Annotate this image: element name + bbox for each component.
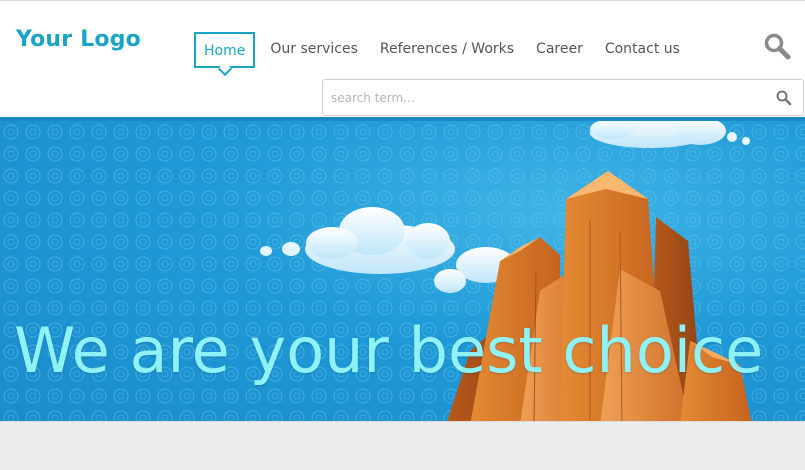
site-logo[interactable]: Your Logo xyxy=(16,27,141,52)
main-nav: Home Our services References / Works Car… xyxy=(194,32,691,77)
search-toggle-button[interactable] xyxy=(763,32,791,60)
cloud-top xyxy=(590,121,750,148)
cloud-middle xyxy=(260,207,516,293)
nav-item-label: Contact us xyxy=(604,41,680,57)
search-input[interactable] xyxy=(331,80,761,115)
nav-item-label: Home xyxy=(204,43,246,59)
search-box xyxy=(322,79,804,116)
nav-item-label: References / Works xyxy=(379,41,515,57)
nav-item-home[interactable]: Home xyxy=(194,32,256,77)
nav-item-contact-us[interactable]: Contact us xyxy=(594,32,691,68)
hero-headline: We are your best choice xyxy=(14,314,764,387)
nav-item-career[interactable]: Career xyxy=(525,32,594,68)
active-indicator xyxy=(217,61,232,77)
nav-item-references-works[interactable]: References / Works xyxy=(369,32,525,68)
nav-item-label: Our services xyxy=(270,41,358,57)
search-submit-button[interactable] xyxy=(775,89,793,107)
nav-item-our-services[interactable]: Our services xyxy=(259,32,369,68)
nav-item-label: Career xyxy=(536,41,583,57)
content-area xyxy=(0,421,805,470)
search-icon xyxy=(764,33,791,60)
site-header: Your Logo Home Our services References /… xyxy=(0,0,805,117)
hero-banner: We are your best choice xyxy=(0,117,805,421)
page: Your Logo Home Our services References /… xyxy=(0,0,805,470)
search-icon xyxy=(776,90,792,106)
